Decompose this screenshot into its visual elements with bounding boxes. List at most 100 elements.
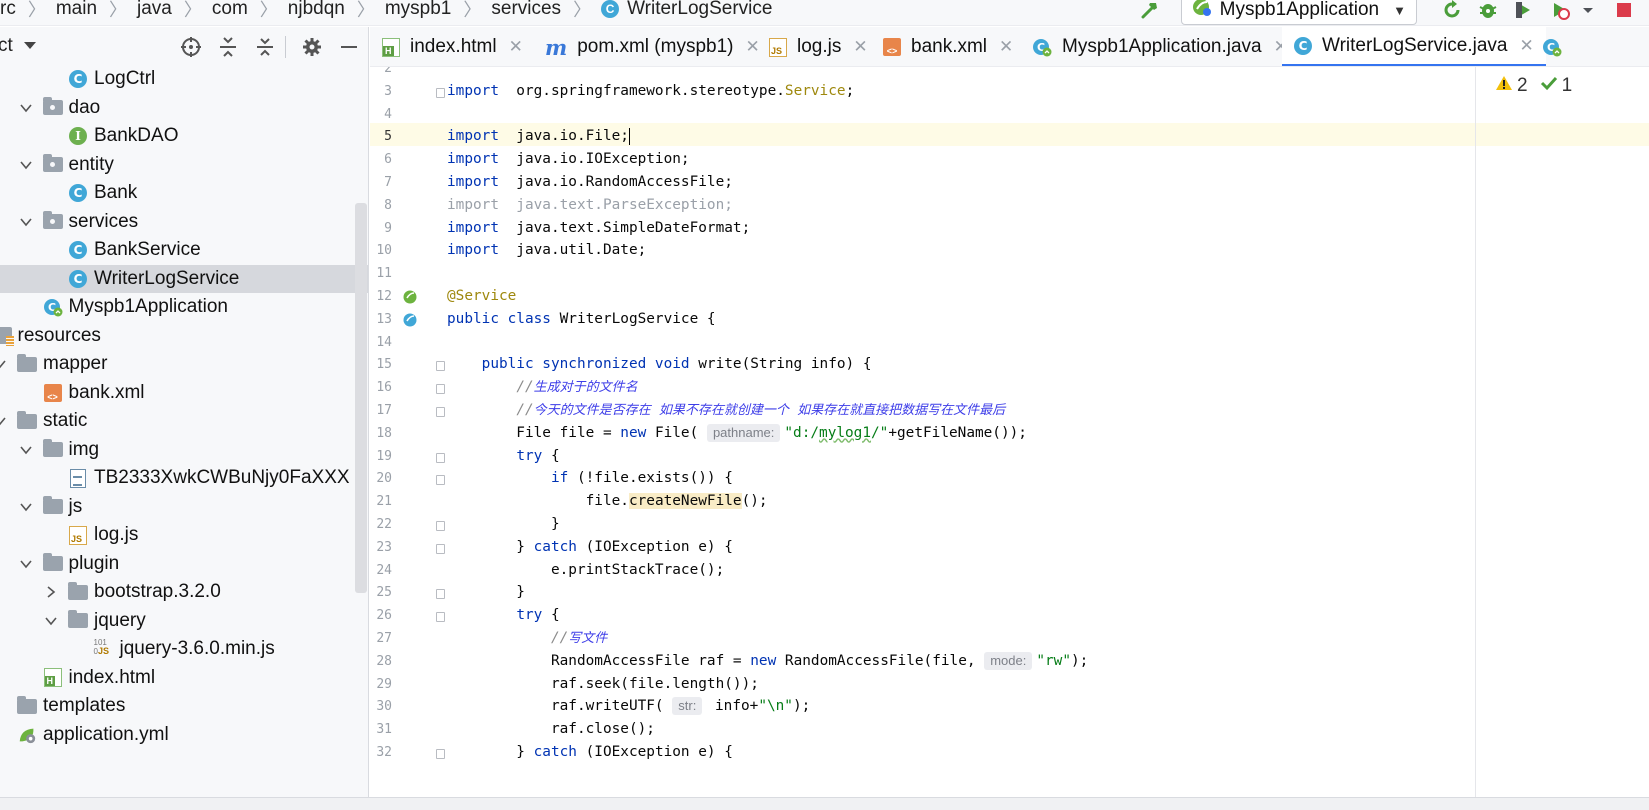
tree-node[interactable]: mapper bbox=[0, 350, 368, 378]
tree-node[interactable]: C Myspb1Application bbox=[0, 293, 368, 321]
chevron-down-icon[interactable] bbox=[19, 215, 33, 229]
fold-marker-icon[interactable] bbox=[436, 612, 445, 623]
code-line[interactable]: import java.io.IOException; bbox=[447, 148, 690, 171]
debug-icon[interactable] bbox=[1477, 0, 1499, 21]
code-line[interactable]: } bbox=[447, 581, 525, 604]
tree-node[interactable]: JS log.js bbox=[0, 521, 368, 549]
spring-bean-gutter-icon[interactable] bbox=[402, 289, 418, 305]
editor-tab[interactable]: C Myspb1Application.java ✕ bbox=[1020, 27, 1300, 66]
collapse-all-icon[interactable] bbox=[254, 36, 276, 58]
code-line[interactable]: try { bbox=[447, 445, 559, 468]
code-line[interactable]: import java.util.Date; bbox=[447, 239, 646, 262]
editor-tab[interactable]: m pom.xml (myspb1) ✕ bbox=[533, 27, 772, 66]
coverage-icon[interactable] bbox=[1513, 0, 1535, 21]
tree-node[interactable]: dao bbox=[0, 94, 368, 122]
chevron-right-icon[interactable] bbox=[44, 585, 58, 599]
tree-node[interactable]: entity bbox=[0, 151, 368, 179]
breadcrumb-item[interactable]: services bbox=[491, 0, 561, 20]
fold-marker-icon[interactable] bbox=[436, 87, 445, 98]
code-line[interactable]: import java.io.RandomAccessFile; bbox=[447, 171, 733, 194]
inspection-widget[interactable]: 2 1 bbox=[1495, 75, 1572, 97]
code-line[interactable]: @Service bbox=[447, 285, 516, 308]
breadcrumb-current[interactable]: C WriterLogService bbox=[601, 0, 772, 20]
code-line[interactable]: public synchronized void write(String in… bbox=[447, 353, 872, 376]
tree-node[interactable]: application.yml bbox=[0, 721, 368, 749]
tree-node[interactable]: C BankService bbox=[0, 236, 368, 264]
chevron-down-icon[interactable] bbox=[19, 443, 33, 457]
hide-icon[interactable] bbox=[338, 36, 360, 58]
code-line[interactable]: raf.close(); bbox=[447, 718, 655, 741]
tree-node[interactable]: services bbox=[0, 208, 368, 236]
tree-node[interactable]: Hindex.html bbox=[0, 664, 368, 692]
fold-marker-icon[interactable] bbox=[436, 452, 445, 463]
stop-icon[interactable] bbox=[1613, 0, 1635, 21]
chevron-down-icon[interactable] bbox=[19, 500, 33, 514]
code-line[interactable]: } catch (IOException e) { bbox=[447, 536, 733, 559]
code-line[interactable]: e.printStackTrace(); bbox=[447, 559, 724, 582]
warning-count[interactable]: 2 bbox=[1495, 75, 1528, 97]
code-line[interactable]: raf.seek(file.length()); bbox=[447, 673, 759, 696]
overflow-tab[interactable]: C bbox=[1530, 27, 1572, 66]
fold-marker-icon[interactable] bbox=[436, 749, 445, 759]
editor-tab[interactable]: JS log.js ✕ bbox=[757, 27, 880, 66]
chevron-down-icon[interactable] bbox=[19, 158, 33, 172]
fold-marker-icon[interactable] bbox=[436, 589, 445, 600]
code-line[interactable]: import java.io.File; bbox=[447, 125, 631, 148]
code-editor[interactable]: 2 3 4 5 6 7 8 9 10 11 12 13 14 15 16 17 18 19 20 21 22 23 24 25… bbox=[370, 67, 1649, 797]
tree-node[interactable]: img bbox=[0, 436, 368, 464]
settings-icon[interactable] bbox=[301, 36, 323, 58]
weak-warning-count[interactable]: 1 bbox=[1540, 75, 1572, 97]
rerun-icon[interactable] bbox=[1441, 0, 1463, 21]
breadcrumb-item[interactable]: myspb1 bbox=[385, 0, 452, 20]
editor-tab[interactable]: C WriterLogService.java ✕ bbox=[1282, 27, 1546, 66]
chevron-down-icon[interactable] bbox=[44, 614, 58, 628]
chevron-down-icon[interactable] bbox=[0, 414, 7, 428]
project-tree-scrollbar[interactable] bbox=[355, 203, 367, 593]
fold-marker-icon[interactable] bbox=[436, 407, 445, 417]
code-line[interactable]: if (!file.exists()) { bbox=[447, 467, 733, 490]
tree-node[interactable]: templates bbox=[0, 692, 368, 720]
expand-all-icon[interactable] bbox=[217, 36, 239, 58]
tree-node[interactable]: C LogCtrl bbox=[0, 65, 368, 93]
hammer-icon[interactable] bbox=[1139, 0, 1161, 21]
chevron-down-icon[interactable] bbox=[24, 42, 36, 49]
tree-node[interactable]: plugin bbox=[0, 550, 368, 578]
code-line[interactable]: import java.text.SimpleDateFormat; bbox=[447, 217, 750, 240]
tree-node[interactable]: C Bank bbox=[0, 179, 368, 207]
tree-node[interactable]: resources bbox=[0, 322, 368, 350]
code-line[interactable]: //写文件 bbox=[447, 627, 607, 650]
code-line[interactable]: File file = new File( pathname: "d:/mylog… bbox=[447, 422, 1027, 445]
run-configuration-selector[interactable]: Myspb1Application ▼ bbox=[1180, 0, 1417, 25]
breadcrumb-item[interactable]: rc bbox=[0, 0, 16, 20]
breadcrumb-item[interactable]: com bbox=[212, 0, 248, 20]
tree-node[interactable]: I BankDAO bbox=[0, 122, 368, 150]
code-line[interactable]: //今天的文件是否存在 如果不存在就创建一个 如果存在就直接把数据写在文件最后 bbox=[447, 399, 1005, 422]
tree-node[interactable]: C WriterLogService bbox=[0, 264, 368, 293]
tree-node[interactable]: jquery bbox=[0, 607, 368, 635]
code-line[interactable]: file.createNewFile(); bbox=[447, 490, 768, 513]
code-line[interactable]: RandomAccessFile raf = new RandomAccessF… bbox=[447, 650, 1088, 673]
tree-node[interactable]: TB2333XwkCWBuNjy0FaXXX bbox=[0, 464, 368, 492]
code-line[interactable]: } bbox=[447, 513, 560, 536]
project-view-title[interactable]: ct bbox=[0, 35, 13, 57]
tree-node[interactable]: <> bank.xml bbox=[0, 379, 368, 407]
chevron-down-icon[interactable] bbox=[19, 557, 33, 571]
spring-bean-gutter-icon[interactable] bbox=[402, 312, 418, 328]
locate-icon[interactable] bbox=[180, 36, 202, 58]
fold-marker-icon[interactable] bbox=[436, 543, 445, 554]
more-icon[interactable] bbox=[1577, 0, 1599, 21]
breadcrumb-item[interactable]: java bbox=[137, 0, 172, 20]
fold-marker-icon[interactable] bbox=[436, 384, 445, 395]
breadcrumb-item[interactable]: main bbox=[56, 0, 97, 20]
close-icon[interactable]: ✕ bbox=[999, 37, 1013, 57]
code-line[interactable]: } catch (IOException e) { bbox=[447, 741, 733, 764]
code-line[interactable]: raf.writeUTF( str: info+"\n"); bbox=[447, 695, 810, 718]
code-line[interactable]: //生成对于的文件名 bbox=[447, 376, 637, 399]
editor-tab[interactable]: <> bank.xml ✕ bbox=[871, 27, 1025, 66]
tree-node[interactable]: 101 0JS jquery-3.6.0.min.js bbox=[0, 635, 368, 663]
breadcrumb-item[interactable]: njbdqn bbox=[288, 0, 345, 20]
fold-marker-icon[interactable] bbox=[436, 475, 445, 486]
profiler-icon[interactable] bbox=[1549, 0, 1571, 21]
close-icon[interactable]: ✕ bbox=[509, 37, 523, 57]
code-line[interactable]: import org.springframework.stereotype.Se… bbox=[447, 80, 854, 103]
